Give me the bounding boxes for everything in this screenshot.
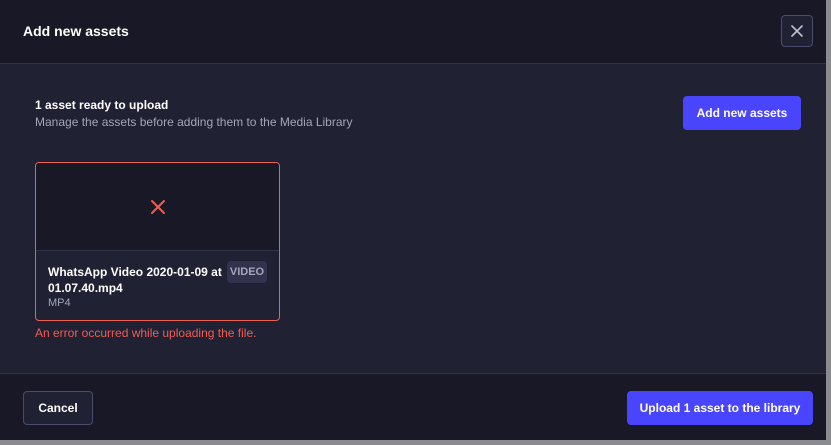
cancel-button[interactable]: Cancel <box>23 391 93 425</box>
assets-ready-title: 1 asset ready to upload <box>35 98 169 112</box>
asset-type-badge: VIDEO <box>227 261 267 283</box>
asset-card[interactable]: WhatsApp Video 2020-01-09 at 01.07.40.mp… <box>35 162 280 321</box>
asset-preview <box>36 163 279 251</box>
asset-file-extension: MP4 <box>48 297 71 309</box>
close-icon <box>791 25 803 37</box>
error-x-icon <box>150 199 165 214</box>
add-assets-modal: Add new assets 1 asset ready to upload M… <box>0 0 826 440</box>
assets-ready-subtitle: Manage the assets before adding them to … <box>35 115 353 129</box>
add-new-assets-button[interactable]: Add new assets <box>683 96 801 130</box>
modal-header: Add new assets <box>0 0 826 64</box>
modal-footer: Cancel Upload 1 asset to the library <box>0 373 826 440</box>
upload-error-message: An error occurred while uploading the fi… <box>35 326 257 340</box>
asset-file-name: WhatsApp Video 2020-01-09 at 01.07.40.mp… <box>48 265 222 295</box>
upload-assets-button[interactable]: Upload 1 asset to the library <box>627 391 813 425</box>
close-button[interactable] <box>781 15 813 47</box>
modal-title: Add new assets <box>23 23 129 39</box>
